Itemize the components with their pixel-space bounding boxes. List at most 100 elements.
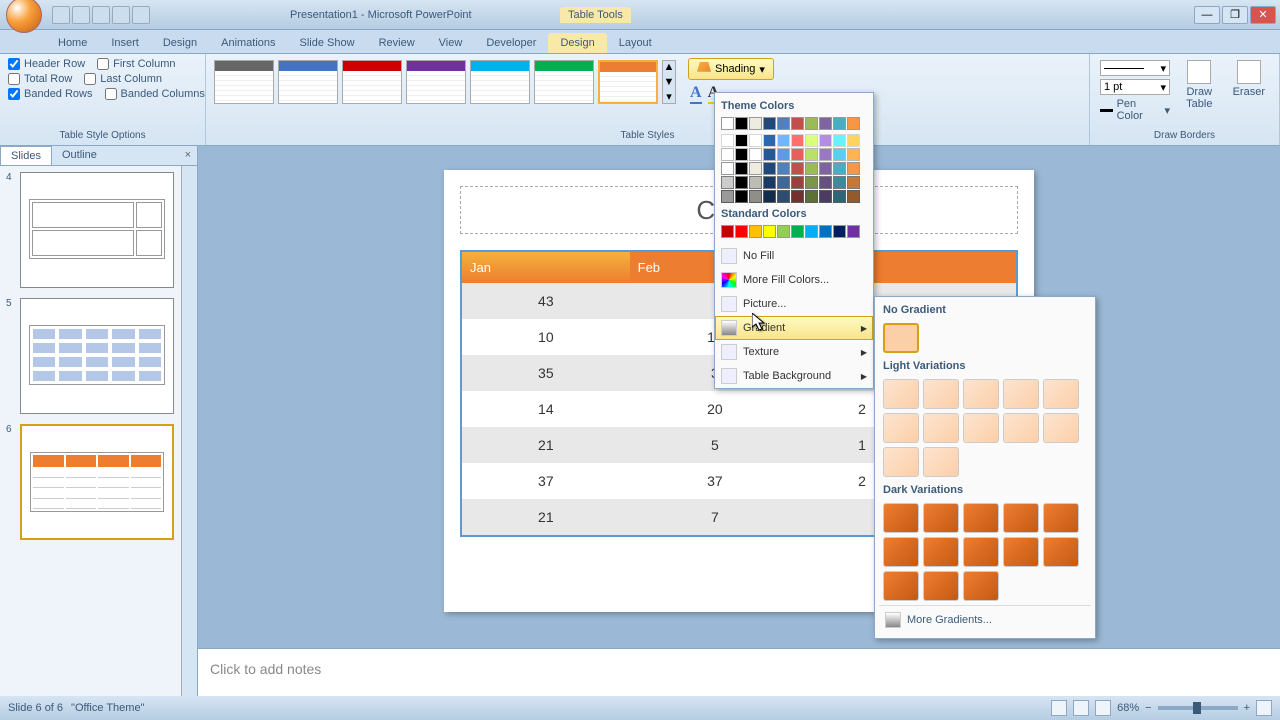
tab-design[interactable]: Design	[151, 33, 209, 53]
color-swatch[interactable]	[749, 176, 762, 189]
texture-item[interactable]: Texture▶	[715, 340, 873, 364]
gradient-swatch-light[interactable]	[923, 447, 959, 477]
color-swatch[interactable]	[833, 148, 846, 161]
color-swatch[interactable]	[791, 225, 804, 238]
color-swatch[interactable]	[791, 134, 804, 147]
check-header-row[interactable]: Header Row	[8, 58, 85, 70]
maximize-button[interactable]: ❐	[1222, 6, 1248, 24]
gradient-swatch-light[interactable]	[923, 379, 959, 409]
table-cell[interactable]: 7	[630, 499, 801, 536]
color-swatch[interactable]	[763, 162, 776, 175]
more-colors-item[interactable]: More Fill Colors...	[715, 268, 873, 292]
no-gradient-swatch[interactable]	[883, 323, 919, 353]
table-cell[interactable]: 21	[461, 427, 630, 463]
color-swatch[interactable]	[819, 117, 832, 130]
color-swatch[interactable]	[721, 225, 734, 238]
gradient-swatch-light[interactable]	[923, 413, 959, 443]
check-total-row[interactable]: Total Row	[8, 73, 72, 85]
tab-home[interactable]: Home	[46, 33, 99, 53]
color-swatch[interactable]	[735, 176, 748, 189]
color-swatch[interactable]	[777, 190, 790, 203]
color-swatch[interactable]	[819, 148, 832, 161]
color-swatch[interactable]	[805, 190, 818, 203]
color-swatch[interactable]	[721, 190, 734, 203]
color-swatch[interactable]	[847, 134, 860, 147]
color-swatch[interactable]	[833, 162, 846, 175]
tab-view[interactable]: View	[427, 33, 475, 53]
color-swatch[interactable]	[819, 225, 832, 238]
zoom-out-button[interactable]: −	[1145, 702, 1151, 714]
minimize-button[interactable]: —	[1194, 6, 1220, 24]
table-style-1[interactable]	[214, 60, 274, 104]
color-swatch[interactable]	[721, 148, 734, 161]
more-gradients-item[interactable]: More Gradients...	[879, 605, 1091, 634]
gradient-swatch-dark[interactable]	[1003, 537, 1039, 567]
color-swatch[interactable]	[847, 162, 860, 175]
color-swatch[interactable]	[735, 162, 748, 175]
color-swatch[interactable]	[791, 117, 804, 130]
check-banded-rows[interactable]: Banded Rows	[8, 88, 93, 100]
gradient-swatch-dark[interactable]	[963, 571, 999, 601]
color-swatch[interactable]	[791, 148, 804, 161]
tab-developer[interactable]: Developer	[474, 33, 548, 53]
color-swatch[interactable]	[833, 225, 846, 238]
gradient-swatch-light[interactable]	[1043, 379, 1079, 409]
gradient-swatch-light[interactable]	[883, 379, 919, 409]
color-swatch[interactable]	[833, 176, 846, 189]
table-style-2[interactable]	[278, 60, 338, 104]
color-swatch[interactable]	[819, 134, 832, 147]
color-swatch[interactable]	[777, 117, 790, 130]
gradient-swatch-dark[interactable]	[1043, 503, 1079, 533]
color-swatch[interactable]	[763, 148, 776, 161]
pane-tab-outline[interactable]: Outline	[52, 146, 107, 165]
gradient-swatch-light[interactable]	[1003, 413, 1039, 443]
color-swatch[interactable]	[763, 225, 776, 238]
gradient-swatch-light[interactable]	[883, 413, 919, 443]
color-swatch[interactable]	[749, 190, 762, 203]
table-cell[interactable]: 35	[461, 355, 630, 391]
color-swatch[interactable]	[735, 117, 748, 130]
table-cell[interactable]: 21	[461, 499, 630, 536]
shading-button[interactable]: Shading▾	[688, 58, 774, 80]
qat-print-icon[interactable]	[112, 6, 130, 24]
view-slideshow-button[interactable]	[1095, 700, 1111, 716]
color-swatch[interactable]	[763, 117, 776, 130]
gradient-swatch-light[interactable]	[963, 413, 999, 443]
color-swatch[interactable]	[805, 117, 818, 130]
color-swatch[interactable]	[749, 117, 762, 130]
slide-thumb-4[interactable]	[20, 172, 174, 288]
color-swatch[interactable]	[777, 134, 790, 147]
font-color-icon[interactable]: A	[690, 84, 702, 104]
color-swatch[interactable]	[735, 225, 748, 238]
color-swatch[interactable]	[819, 162, 832, 175]
close-button[interactable]: ✕	[1250, 6, 1276, 24]
color-swatch[interactable]	[749, 134, 762, 147]
table-style-4[interactable]	[406, 60, 466, 104]
table-style-5[interactable]	[470, 60, 530, 104]
table-header-cell[interactable]	[924, 251, 1017, 283]
table-style-7[interactable]	[598, 60, 658, 104]
color-swatch[interactable]	[833, 117, 846, 130]
tab-insert[interactable]: Insert	[99, 33, 151, 53]
eraser-button[interactable]: Eraser	[1227, 58, 1271, 124]
office-button[interactable]	[6, 0, 42, 33]
qat-redo-icon[interactable]	[92, 6, 110, 24]
gradient-item[interactable]: Gradient▶	[715, 316, 873, 340]
table-header-cell[interactable]: Jan	[461, 251, 630, 283]
color-swatch[interactable]	[777, 162, 790, 175]
color-swatch[interactable]	[735, 134, 748, 147]
color-swatch[interactable]	[805, 134, 818, 147]
pen-color-button[interactable]: Pen Color▾	[1100, 98, 1170, 122]
pen-weight-select[interactable]: 1 pt▾	[1100, 79, 1170, 95]
tab-animations[interactable]: Animations	[209, 33, 287, 53]
gradient-swatch-dark[interactable]	[923, 503, 959, 533]
table-cell[interactable]: 37	[630, 463, 801, 499]
gradient-swatch-dark[interactable]	[1003, 503, 1039, 533]
color-swatch[interactable]	[777, 225, 790, 238]
notes-pane[interactable]: Click to add notes	[198, 648, 1280, 696]
table-cell[interactable]: 37	[461, 463, 630, 499]
fit-window-button[interactable]	[1256, 700, 1272, 716]
gradient-swatch-dark[interactable]	[883, 503, 919, 533]
color-swatch[interactable]	[749, 162, 762, 175]
tab-slideshow[interactable]: Slide Show	[288, 33, 367, 53]
